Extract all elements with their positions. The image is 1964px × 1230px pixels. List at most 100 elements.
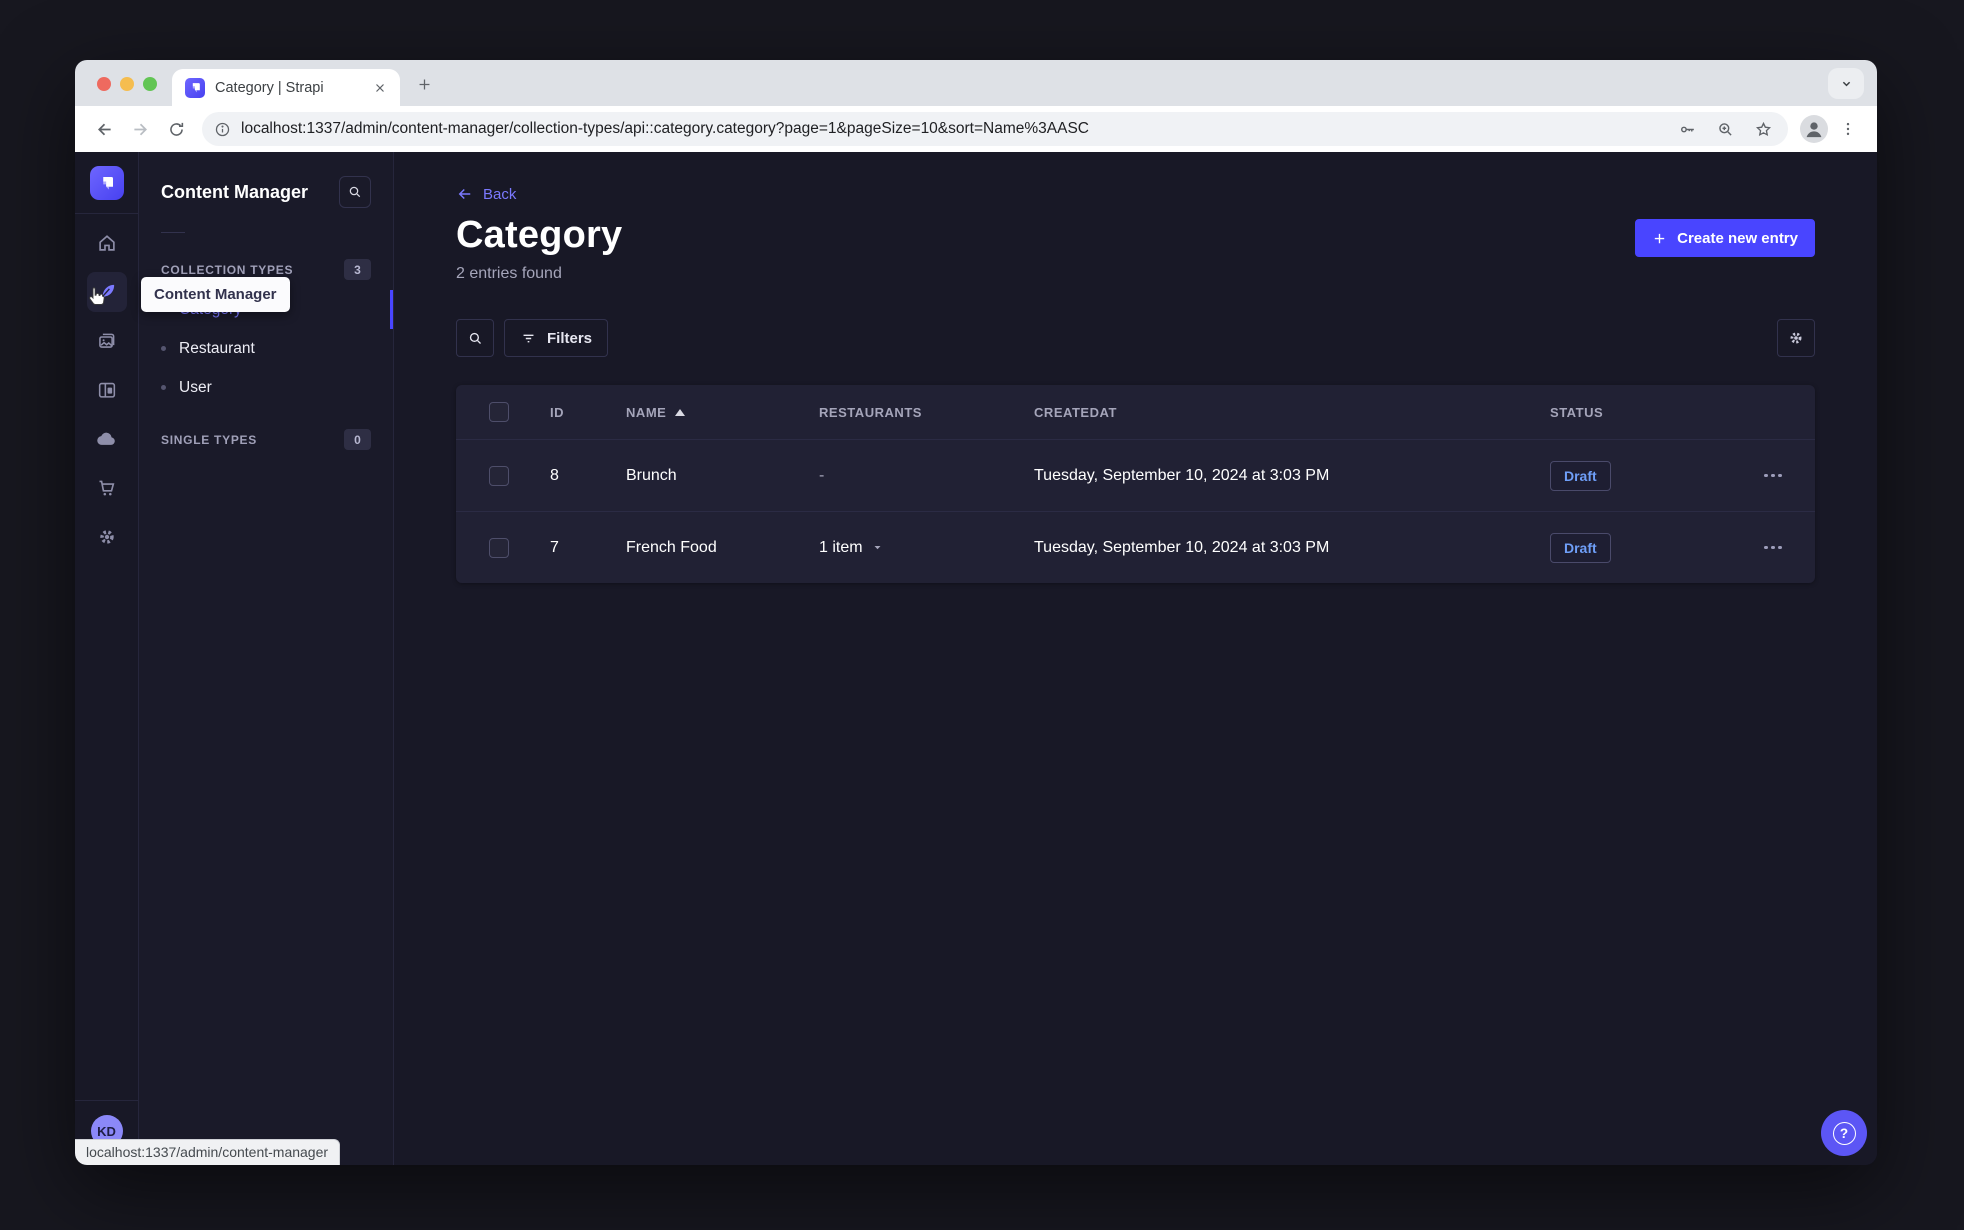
cell-id: 8: [550, 466, 559, 484]
sidebar-home-button[interactable]: [87, 223, 127, 263]
search-icon: [469, 332, 481, 344]
search-icon: [349, 186, 361, 198]
sort-ascending-icon: [675, 408, 686, 416]
bullet-icon: [161, 385, 166, 390]
subnav-item-label: Restaurant: [179, 339, 255, 357]
traffic-lights: [97, 77, 157, 91]
filters-button[interactable]: Filters: [504, 319, 609, 357]
create-new-entry-button[interactable]: Create new entry: [1635, 219, 1815, 257]
gear-icon: [99, 530, 114, 544]
browser-window: Category | Strapi localhost:1337/admin/c…: [75, 60, 1877, 1165]
list-view-content: Back Category 2 entries found Create new…: [394, 152, 1877, 1165]
window-minimize-button[interactable]: [120, 77, 134, 91]
zoom-icon[interactable]: [1716, 120, 1735, 139]
arrow-right-icon: [133, 123, 147, 135]
relation-count-button[interactable]: 1 item: [819, 539, 1034, 557]
main-navigation-rail: KD: [75, 152, 139, 1165]
window-maximize-button[interactable]: [143, 77, 157, 91]
plus-icon: [1654, 233, 1665, 243]
bullet-icon: [161, 346, 166, 351]
reload-button[interactable]: [160, 113, 192, 145]
sidebar-marketplace-button[interactable]: [87, 468, 127, 508]
single-types-label: SINGLE TYPES: [161, 432, 257, 447]
entries-table: ID NAME RESTAURANTS CREATEDAT STATUS 8 B…: [456, 385, 1815, 583]
page-title: Category: [456, 214, 623, 256]
gear-icon: [1790, 332, 1802, 344]
row-actions-button[interactable]: [1760, 468, 1815, 484]
sidebar-media-library-button[interactable]: [87, 321, 127, 361]
create-new-entry-label: Create new entry: [1677, 229, 1798, 247]
column-header-name-sort[interactable]: NAME: [626, 405, 819, 420]
column-header-status[interactable]: STATUS: [1550, 405, 1760, 420]
cell-createdat: Tuesday, September 10, 2024 at 3:03 PM: [1034, 538, 1330, 556]
person-icon: [1806, 122, 1822, 138]
sidebar-tooltip: Content Manager: [141, 277, 290, 312]
entries-count: 2 entries found: [456, 265, 562, 282]
sidebar-cloud-button[interactable]: [87, 419, 127, 459]
filter-icon: [523, 334, 534, 342]
column-header-createdat[interactable]: CREATEDAT: [1034, 405, 1550, 420]
row-actions-button[interactable]: [1760, 540, 1815, 556]
page-info-icon: [215, 122, 230, 136]
window-close-button[interactable]: [97, 77, 111, 91]
reload-icon: [169, 122, 183, 136]
column-header-id[interactable]: ID: [550, 405, 626, 420]
subnav-item-user[interactable]: User: [139, 368, 393, 407]
browser-menu-button[interactable]: [1832, 113, 1864, 145]
search-entries-button[interactable]: [456, 319, 494, 357]
table-row[interactable]: 8 Brunch - Tuesday, September 10, 2024 a…: [456, 439, 1815, 511]
back-label: Back: [483, 185, 517, 203]
strapi-logo-icon: [102, 176, 113, 190]
kebab-menu-icon: [1846, 122, 1850, 136]
row-checkbox[interactable]: [489, 465, 509, 486]
subnav-title: Content Manager: [161, 181, 309, 202]
url-text: localhost:1337/admin/content-manager/col…: [241, 120, 1089, 137]
password-key-icon[interactable]: [1678, 120, 1697, 139]
help-button[interactable]: ?: [1821, 1110, 1867, 1156]
forward-button[interactable]: [124, 113, 156, 145]
home-icon: [98, 235, 115, 251]
cell-name: French Food: [626, 538, 717, 556]
table-row[interactable]: 7 French Food 1 item Tuesday, September …: [456, 511, 1815, 583]
content-type-builder-icon: [98, 382, 115, 398]
caret-down-icon: [874, 545, 881, 550]
chevron-down-icon: [1842, 81, 1850, 87]
tab-search-button[interactable]: [1828, 68, 1864, 99]
subnav-item-label: User: [179, 378, 212, 396]
back-button[interactable]: [88, 113, 120, 145]
table-header-row: ID NAME RESTAURANTS CREATEDAT STATUS: [456, 385, 1815, 439]
question-mark-icon: ?: [1832, 1121, 1856, 1145]
back-link[interactable]: Back: [456, 185, 516, 203]
tab-close-button[interactable]: [370, 78, 390, 98]
subnav-divider: [161, 232, 185, 233]
strapi-logo-button[interactable]: [89, 165, 124, 200]
cursor-pointer-icon: [88, 287, 105, 305]
filters-label: Filters: [547, 329, 593, 347]
strapi-app: KD Content Manager COLLECTION TYPES 3 Ca…: [75, 152, 1877, 1165]
browser-profile-avatar[interactable]: [1800, 115, 1828, 143]
arrow-left-icon: [97, 123, 111, 135]
new-tab-button[interactable]: [409, 69, 439, 99]
link-status-bubble: localhost:1337/admin/content-manager: [75, 1139, 341, 1165]
cell-name: Brunch: [626, 466, 677, 484]
strapi-logo-icon: [192, 83, 200, 93]
sidebar-content-manager-button[interactable]: [86, 272, 127, 312]
browser-tab[interactable]: Category | Strapi: [172, 69, 400, 106]
sidebar-content-type-builder-button[interactable]: [87, 370, 127, 410]
address-bar[interactable]: localhost:1337/admin/content-manager/col…: [202, 112, 1788, 146]
browser-toolbar: localhost:1337/admin/content-manager/col…: [75, 106, 1877, 152]
omnibox-actions: [1678, 120, 1773, 139]
subnav-item-restaurant[interactable]: Restaurant: [139, 329, 393, 368]
shopping-cart-icon: [98, 480, 114, 496]
strapi-favicon: [185, 77, 205, 98]
plus-icon: [419, 79, 429, 89]
sidebar-settings-button[interactable]: [87, 517, 127, 557]
select-all-checkbox[interactable]: [489, 402, 509, 422]
row-checkbox[interactable]: [489, 537, 509, 558]
bookmark-star-icon[interactable]: [1754, 120, 1773, 139]
collection-types-label: COLLECTION TYPES: [161, 262, 294, 277]
column-header-restaurants[interactable]: RESTAURANTS: [819, 405, 1034, 420]
media-library-icon: [98, 333, 114, 348]
view-settings-button[interactable]: [1777, 319, 1815, 357]
subnav-search-button[interactable]: [339, 176, 371, 208]
